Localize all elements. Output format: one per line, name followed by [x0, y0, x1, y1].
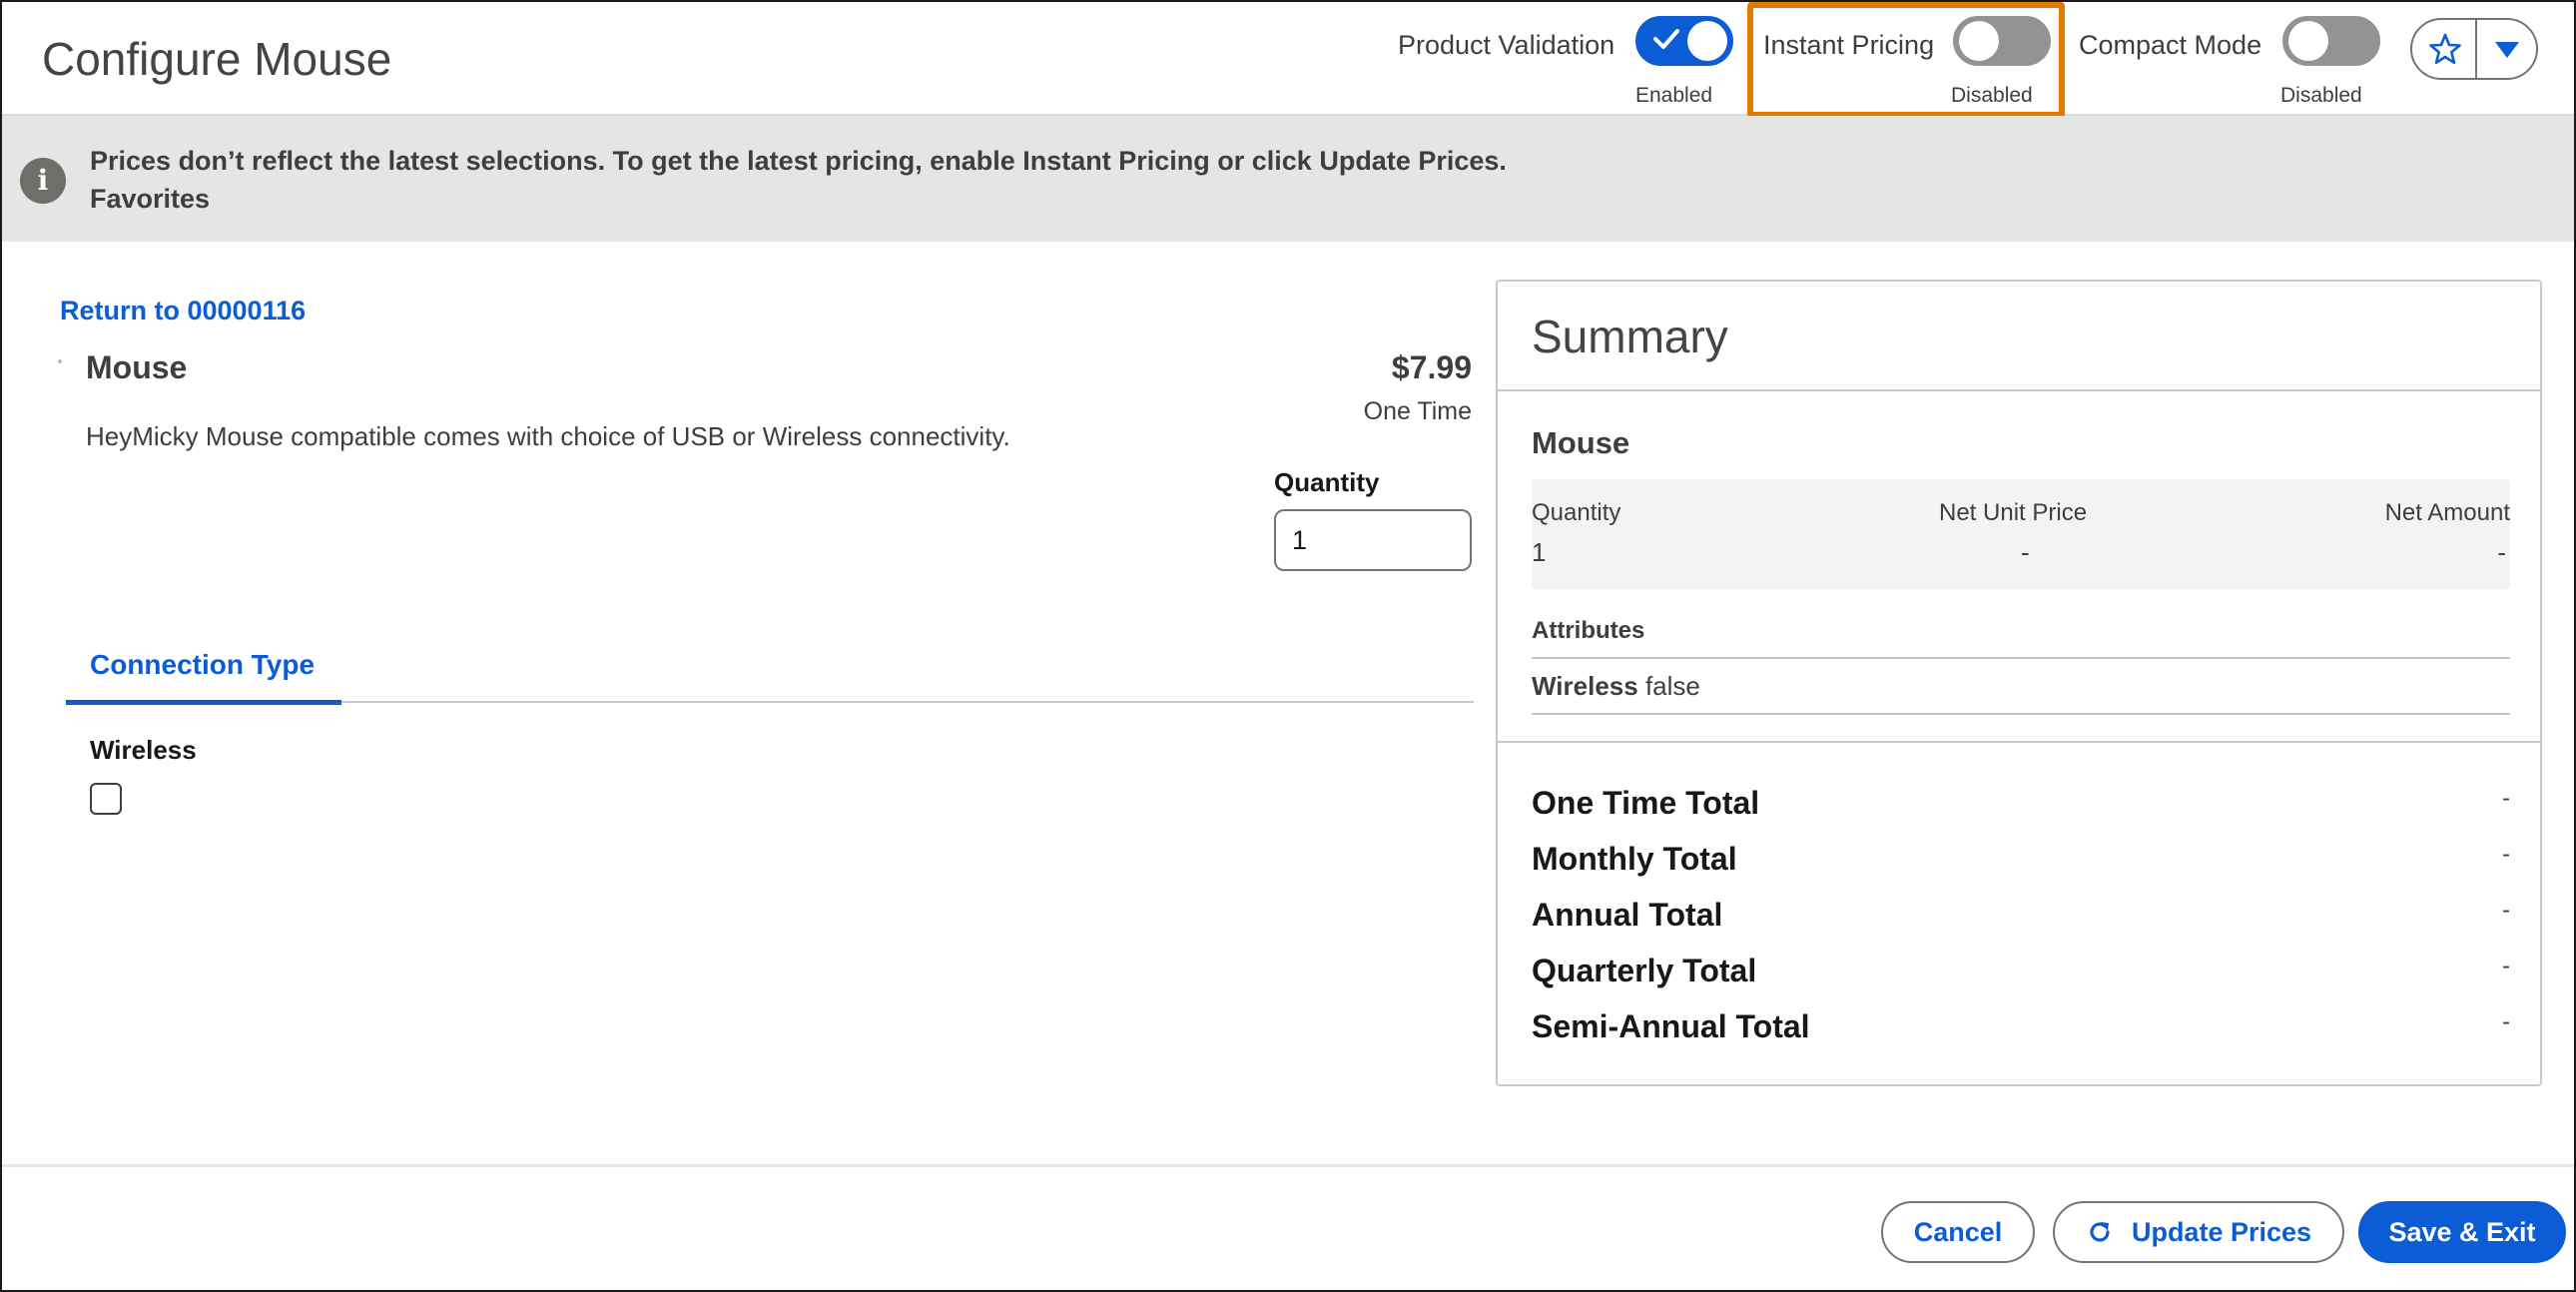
quantity-input[interactable]	[1274, 509, 1472, 571]
net-amount-value: -	[2497, 537, 2506, 567]
page-header: Configure Mouse Product Validation Enabl…	[2, 2, 2574, 116]
pricing-notification: i Prices don’t reflect the latest select…	[2, 116, 2574, 242]
price-frequency: One Time	[1363, 397, 1472, 425]
toggle-knob	[1687, 21, 1727, 61]
monthly-total-value: -	[2502, 841, 2510, 868]
one-time-total-label: One Time Total	[1532, 785, 1760, 821]
attributes-title: Attributes	[1532, 617, 1645, 644]
annual-total-value: -	[2502, 897, 2510, 924]
compact-mode-label: Compact Mode	[2079, 30, 2262, 60]
chevron-down-icon[interactable]	[2492, 38, 2522, 62]
annual-total-label: Annual Total	[1532, 897, 1723, 933]
star-icon[interactable]	[2428, 32, 2462, 66]
tab-connection-type[interactable]: Connection Type	[66, 639, 341, 705]
update-prices-label: Update Prices	[2131, 1217, 2312, 1247]
attribute-value: false	[1644, 671, 1700, 701]
monthly-total-label: Monthly Total	[1532, 841, 1737, 877]
net-amount-header: Net Amount	[2384, 499, 2510, 526]
info-icon: i	[20, 158, 66, 204]
tab-label: Connection Type	[90, 649, 316, 680]
quantity-value: 1	[1532, 537, 1547, 567]
product-price: $7.99	[1391, 349, 1472, 385]
attribute-name: Wireless	[1532, 671, 1638, 701]
quantity-label: Quantity	[1274, 467, 1380, 497]
notification-subtext: Favorites	[90, 184, 211, 214]
product-validation-label: Product Validation	[1398, 30, 1615, 60]
bullet-dot	[58, 359, 62, 363]
page-title: Configure Mouse	[42, 33, 392, 85]
attribute-row: Wireless false	[1532, 671, 1700, 702]
compact-mode-toggle-group: Compact Mode Disabled	[2079, 16, 2388, 107]
wireless-attribute-label: Wireless	[90, 735, 197, 765]
quarterly-total-label: Quarterly Total	[1532, 953, 1757, 988]
update-prices-button[interactable]: Update Prices	[2053, 1201, 2344, 1263]
summary-title: Summary	[1532, 311, 1728, 362]
cancel-button[interactable]: Cancel	[1881, 1201, 2035, 1263]
favorites-button-group	[2410, 18, 2538, 80]
return-link[interactable]: Return to 00000116	[60, 296, 306, 326]
net-unit-price-header: Net Unit Price	[1939, 499, 2088, 526]
summary-product-name: Mouse	[1532, 425, 1630, 460]
quarterly-total-value: -	[2502, 953, 2510, 979]
product-name: Mouse	[86, 349, 188, 385]
product-validation-state: Enabled	[1635, 84, 1713, 107]
notification-message: Prices don’t reflect the latest selectio…	[90, 146, 1507, 176]
toggle-knob	[2288, 21, 2328, 61]
product-validation-toggle-group: Product Validation Enabled	[1398, 16, 1737, 107]
refresh-icon	[2090, 1221, 2110, 1242]
net-unit-price-value: -	[2021, 537, 2030, 567]
product-validation-toggle[interactable]	[1635, 16, 1733, 66]
check-icon	[1653, 29, 1679, 49]
footer-bar: Cancel Update Prices Save & Exit	[2, 1164, 2574, 1290]
divider	[1532, 657, 2510, 659]
summary-panel: Summary Mouse Quantity Net Unit Price Ne…	[1496, 280, 2542, 1086]
instant-pricing-highlight	[1747, 2, 2065, 118]
semi-annual-total-label: Semi-Annual Total	[1532, 1008, 1810, 1044]
compact-mode-toggle[interactable]	[2282, 16, 2380, 66]
divider	[1498, 741, 2540, 743]
wireless-checkbox[interactable]	[90, 783, 122, 815]
summary-price-grid: Quantity Net Unit Price Net Amount 1 - -	[1532, 479, 2510, 589]
quantity-header: Quantity	[1532, 499, 1621, 526]
divider	[1498, 389, 2540, 391]
divider	[1532, 713, 2510, 715]
save-exit-button[interactable]: Save & Exit	[2358, 1201, 2566, 1263]
product-description: HeyMicky Mouse compatible comes with cho…	[86, 421, 1010, 451]
one-time-total-value: -	[2502, 785, 2510, 812]
compact-mode-state: Disabled	[2280, 84, 2362, 107]
button-divider	[2475, 20, 2477, 78]
semi-annual-total-value: -	[2502, 1008, 2510, 1035]
